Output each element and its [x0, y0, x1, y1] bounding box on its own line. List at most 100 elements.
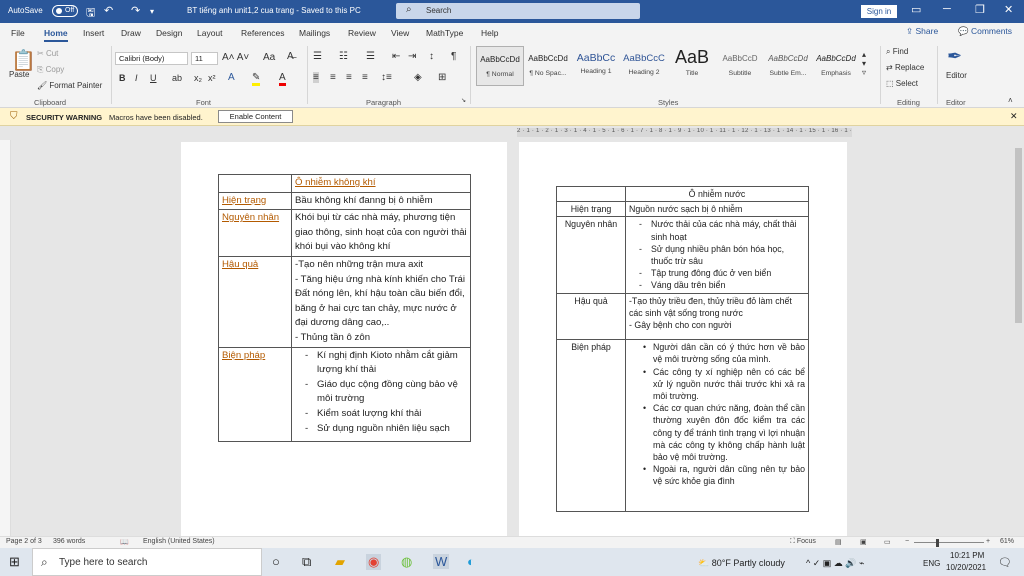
style-heading-2[interactable]: AaBbCcC Heading 2 — [620, 46, 668, 86]
style-title[interactable]: AaB Title — [668, 46, 716, 86]
clock-time[interactable]: 10:21 PM — [950, 551, 984, 560]
paragraph-launcher-icon[interactable]: ↘ — [461, 97, 466, 104]
redo-icon[interactable]: ↷ — [131, 4, 140, 17]
read-mode-icon[interactable]: ▤ — [835, 538, 842, 546]
proofing-icon[interactable]: 📖 — [120, 538, 129, 546]
table-cell[interactable]: Bầu không khí đanng bị ô nhiễm — [291, 191, 471, 211]
collapse-ribbon-icon[interactable]: ˄ — [1008, 96, 1013, 105]
table-cell[interactable] — [218, 174, 292, 193]
select-button[interactable]: ⬚ Select — [886, 79, 918, 88]
replace-button[interactable]: ⇄ Replace — [886, 63, 924, 72]
subscript-icon[interactable]: x₂ — [194, 73, 202, 83]
font-color-icon[interactable]: A — [279, 72, 286, 86]
scrollbar-thumb[interactable] — [1015, 148, 1022, 323]
ribbon-display-options-icon[interactable]: ▭ — [911, 3, 921, 16]
font-size-select[interactable]: 11 — [191, 52, 218, 65]
row-label[interactable]: Hậu quả — [218, 255, 292, 348]
table-cell[interactable]: Khói bụi từ các nhà máy, phương tiện gia… — [291, 209, 471, 257]
table-header-cell[interactable]: Ô nhiễm không khí — [291, 174, 471, 193]
sort-icon[interactable]: ↕ — [429, 51, 434, 62]
row-label[interactable]: Nguyên nhân — [218, 209, 292, 257]
tab-draw[interactable]: Draw — [121, 28, 141, 38]
style-subtle-emphasis[interactable]: AaBbCcDd Subtle Em... — [764, 46, 812, 86]
clear-formatting-icon[interactable]: A̶ — [287, 51, 294, 62]
tab-mailings[interactable]: Mailings — [299, 28, 330, 38]
bold-icon[interactable]: B — [119, 73, 126, 83]
highlight-icon[interactable]: ✎ — [252, 72, 261, 86]
change-case-icon[interactable]: Aa — [263, 52, 275, 63]
save-icon[interactable]: 🖫 — [86, 4, 95, 23]
notifications-icon[interactable]: 🗨 — [998, 556, 1012, 569]
print-layout-icon[interactable]: ▣ — [860, 538, 867, 546]
style-normal[interactable]: AaBbCcDd ¶ Normal — [476, 46, 524, 86]
web-layout-icon[interactable]: ▭ — [884, 538, 891, 546]
row-label[interactable]: Hiện trạng — [218, 191, 292, 211]
zoom-out-icon[interactable]: − — [905, 538, 909, 545]
shading-icon[interactable]: ◈ — [414, 72, 422, 83]
restore-icon[interactable]: ❐ — [975, 3, 985, 16]
word-count[interactable]: 396 words — [53, 538, 85, 545]
customize-quick-access-icon[interactable]: ▾ — [150, 7, 154, 16]
app-icon[interactable]: ◍ — [401, 554, 412, 570]
style-emphasis[interactable]: AaBbCcDd Emphasis — [812, 46, 860, 86]
tab-review[interactable]: Review — [348, 28, 376, 38]
vertical-ruler[interactable] — [0, 140, 11, 536]
format-painter-button[interactable]: 🖌 Format Painter — [37, 81, 102, 90]
table-cell[interactable] — [556, 185, 626, 203]
tab-mathtype[interactable]: MathType — [426, 28, 463, 38]
cut-button[interactable]: ✂ Cut — [37, 49, 58, 58]
autosave-toggle[interactable]: Off — [52, 5, 78, 17]
copy-button[interactable]: ⎘ Copy — [37, 65, 64, 75]
justify-icon[interactable]: ≡ — [362, 72, 368, 83]
style-heading-1[interactable]: AaBbCc Heading 1 — [572, 46, 620, 86]
table-cell[interactable]: -Tạo thủy triều đen, thủy triều đỏ làm c… — [625, 292, 809, 341]
page-count[interactable]: Page 2 of 3 — [6, 538, 42, 545]
close-icon[interactable]: ✕ — [1010, 111, 1018, 122]
font-name-select[interactable]: Calibri (Body) — [115, 52, 188, 65]
language-status[interactable]: English (United States) — [143, 538, 215, 545]
underline-icon[interactable]: U — [150, 73, 157, 83]
focus-button[interactable]: ⛶ Focus — [790, 538, 816, 546]
tab-help[interactable]: Help — [481, 28, 498, 38]
file-explorer-icon[interactable]: ▰ — [335, 554, 345, 570]
paste-button[interactable]: Paste — [9, 70, 29, 79]
windows-start-icon[interactable]: ⊞ — [9, 554, 20, 570]
borders-icon[interactable]: ⊞ — [438, 72, 446, 83]
align-left-icon[interactable]: ≡ — [313, 72, 319, 83]
chrome-icon[interactable]: ◉ — [366, 554, 382, 570]
table-cell[interactable]: -Tạo nên những trận mưa axit - Tăng hiệu… — [291, 255, 471, 348]
row-label[interactable]: Nguyên nhân — [556, 216, 626, 294]
row-label[interactable]: Hậu quả — [556, 292, 626, 341]
tray-icons[interactable]: ^ ✓ ▣ ☁ 🔊 ⌁ — [806, 558, 864, 569]
clock-date[interactable]: 10/20/2021 — [946, 563, 986, 572]
word-icon[interactable]: W — [433, 554, 450, 569]
minimize-icon[interactable]: ─ — [943, 3, 951, 15]
styles-more-icon[interactable]: ▴ ▾ ▿ — [862, 50, 866, 77]
find-button[interactable]: ⌕ Find — [886, 47, 908, 57]
tab-view[interactable]: View — [391, 28, 409, 38]
text-effects-icon[interactable]: A — [228, 72, 235, 83]
zoom-slider-thumb[interactable] — [936, 539, 939, 547]
share-button[interactable]: ⇪ Share — [906, 26, 938, 37]
table-cell[interactable]: Người dân cần có ý thức hơn về bảo vệ mô… — [625, 339, 809, 513]
tab-home[interactable]: Home — [44, 28, 68, 42]
undo-icon[interactable]: ↶ — [104, 4, 113, 17]
search-box[interactable]: ⌕ Search — [396, 3, 640, 19]
tab-layout[interactable]: Layout — [197, 28, 223, 38]
line-spacing-icon[interactable]: ↕≡ — [381, 72, 392, 83]
task-view-icon[interactable]: ⧉ — [302, 554, 311, 570]
zoom-in-icon[interactable]: + — [986, 538, 990, 545]
italic-icon[interactable]: I — [135, 73, 138, 83]
row-label[interactable]: Biện pháp — [556, 339, 626, 513]
tab-file[interactable]: File — [11, 28, 25, 38]
zoom-slider[interactable] — [914, 542, 984, 543]
superscript-icon[interactable]: x² — [208, 73, 216, 83]
enable-content-button[interactable]: Enable Content — [218, 110, 293, 123]
table-cell[interactable]: Kí nghị định Kioto nhằm cắt giảm lượng k… — [291, 346, 471, 442]
zoom-level[interactable]: 61% — [1000, 538, 1014, 545]
edge-icon[interactable]: ◐ — [467, 554, 475, 569]
style-subtitle[interactable]: AaBbCcD Subtitle — [716, 46, 764, 86]
align-center-icon[interactable]: ≡ — [330, 72, 336, 83]
style-no-spacing[interactable]: AaBbCcDd ¶ No Spac... — [524, 46, 572, 86]
bullets-icon[interactable]: ☰ — [313, 51, 322, 62]
